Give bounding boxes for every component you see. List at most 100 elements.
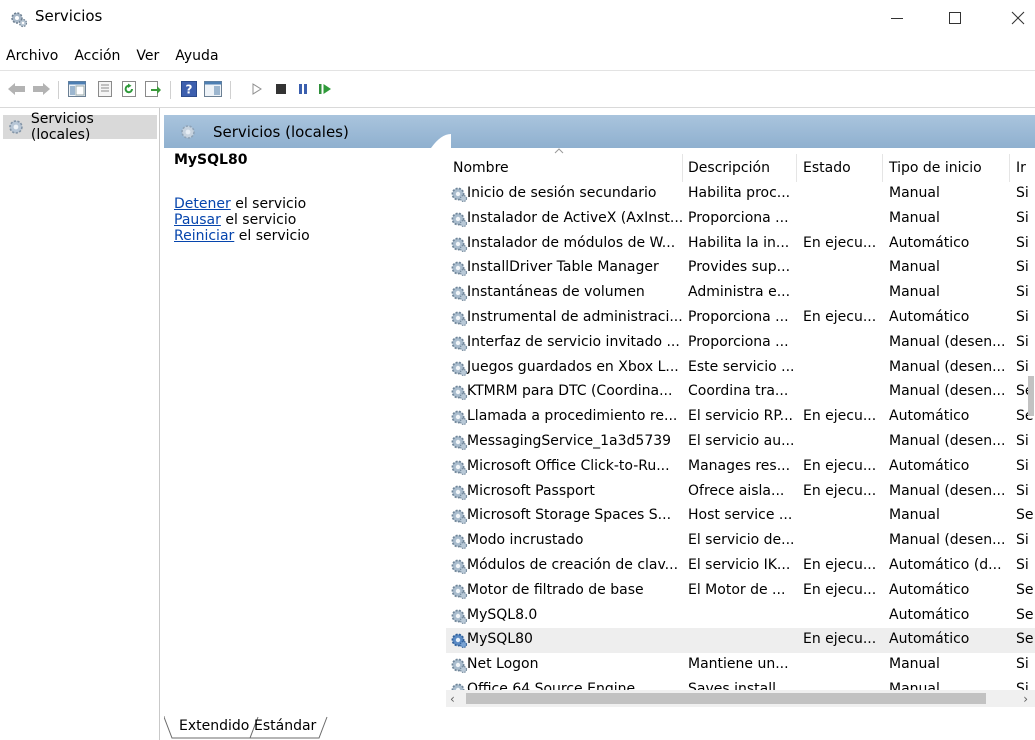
services-list: Nombre Descripción Estado Tipo de inicio…: [446, 148, 1035, 704]
scroll-right-icon[interactable]: ›: [1023, 692, 1028, 706]
start-service-button[interactable]: [246, 78, 268, 100]
service-log-on-as: Si: [1016, 284, 1029, 301]
table-row[interactable]: Juegos guardados en Xbox L... Este servic…: [446, 356, 1035, 381]
scroll-left-icon[interactable]: ‹: [450, 692, 455, 706]
stop-service-link[interactable]: Detener: [174, 196, 231, 212]
refresh-button[interactable]: [118, 78, 140, 100]
service-startup-type: Manual: [889, 185, 940, 201]
minimize-button[interactable]: [874, 0, 920, 36]
column-header-estado[interactable]: Estado: [803, 160, 851, 176]
table-row[interactable]: Modo incrustado El servicio de... Manual (…: [446, 529, 1035, 554]
action-pane-button[interactable]: [202, 78, 224, 100]
console-tree-button[interactable]: [66, 78, 88, 100]
table-row[interactable]: Instantáneas de volumen Administra e... Ma…: [446, 281, 1035, 306]
service-gear-icon: [450, 582, 468, 600]
column-header-iniciar-como[interactable]: Ir: [1016, 160, 1026, 176]
table-row[interactable]: Motor de filtrado de base El Motor de ...…: [446, 579, 1035, 604]
table-row[interactable]: Microsoft Office Click-to-Ru... Manages r…: [446, 455, 1035, 480]
pause-service-link[interactable]: Pausar: [174, 212, 221, 228]
service-description: El servicio de...: [688, 532, 795, 549]
table-row[interactable]: Microsoft Storage Spaces S... Host servic…: [446, 504, 1035, 529]
table-row[interactable]: Instalador de ActiveX (AxInst... Proporci…: [446, 207, 1035, 232]
back-button[interactable]: [6, 78, 28, 100]
maximize-button[interactable]: [932, 0, 978, 36]
table-row[interactable]: Net Logon Mantiene un... Manual Si: [446, 653, 1035, 678]
service-log-on-as: Si: [1016, 432, 1029, 449]
service-description: Habilita la in...: [688, 234, 790, 251]
service-description: Mantiene un...: [688, 656, 789, 673]
table-row[interactable]: KTMRM para DTC (Coordina... Coordina tra.…: [446, 380, 1035, 405]
service-description: Ofrece aisla...: [688, 482, 785, 499]
menu-ayuda[interactable]: Ayuda: [167, 43, 226, 69]
table-row[interactable]: MySQL80 En ejecu... Automático Se: [446, 628, 1035, 654]
table-row[interactable]: Módulos de creación de clav... El servici…: [446, 554, 1035, 579]
table-row[interactable]: Instrumental de administraci... Proporcio…: [446, 306, 1035, 331]
action-text: el servicio: [220, 212, 297, 228]
service-name: Llamada a procedimiento re...: [467, 408, 678, 425]
toolbar: ?: [0, 74, 1035, 104]
restart-service-link[interactable]: Reiniciar: [174, 228, 234, 244]
restart-service-button[interactable]: [314, 78, 336, 100]
scrollbar-thumb[interactable]: [466, 693, 986, 704]
menu-archivo[interactable]: Archivo: [0, 43, 66, 69]
table-row[interactable]: Microsoft Passport Ofrece aisla... En ejec…: [446, 480, 1035, 505]
forward-button[interactable]: [30, 78, 52, 100]
service-startup-type: Automático (d...: [889, 556, 1002, 573]
stop-service-button[interactable]: [270, 78, 292, 100]
service-name: MySQL80: [467, 631, 533, 648]
help-button[interactable]: ?: [178, 78, 200, 100]
table-row[interactable]: Interfaz de servicio invitado ... Proporc…: [446, 331, 1035, 356]
toolbar-separator: [230, 81, 231, 99]
tree-item-label: Servicios (locales): [30, 111, 94, 143]
pane-header: Servicios (locales): [164, 115, 1035, 148]
service-gear-icon: [450, 532, 468, 550]
service-startup-type: Manual: [889, 209, 940, 226]
table-row[interactable]: Inicio de sesión secundario Habilita proc…: [446, 182, 1035, 207]
vertical-scrollbar-thumb[interactable]: [1028, 376, 1034, 416]
export-list-button[interactable]: [142, 78, 164, 100]
tab-extendido[interactable]: Extendido: [179, 716, 249, 738]
column-divider[interactable]: [796, 154, 797, 182]
service-description: Este servicio ...: [688, 358, 795, 375]
column-header-tipo-inicio[interactable]: Tipo de inicio: [889, 160, 982, 176]
service-name: Interfaz de servicio invitado ...: [467, 333, 680, 350]
back-arrow-icon: [8, 83, 25, 95]
service-gear-icon: [450, 656, 468, 674]
service-state: En ejecu...: [803, 457, 877, 474]
column-divider[interactable]: [1009, 154, 1010, 182]
service-gear-icon: [450, 557, 468, 575]
service-description: El servicio IK...: [688, 556, 791, 573]
help-icon: ?: [181, 81, 197, 97]
service-log-on-as: Se: [1016, 581, 1034, 598]
table-row[interactable]: InstallDriver Table Manager Provides sup.…: [446, 256, 1035, 281]
tree-item-servicios-locales[interactable]: Servicios (locales): [3, 111, 157, 143]
pause-service-button[interactable]: [292, 78, 314, 100]
close-button[interactable]: [995, 0, 1035, 36]
service-name: Instantáneas de volumen: [467, 284, 645, 301]
menu-accion[interactable]: Acción: [66, 43, 128, 69]
table-row[interactable]: Llamada a procedimiento re... El servicio…: [446, 405, 1035, 430]
list-rows: Inicio de sesión secundario Habilita proc…: [446, 182, 1035, 703]
table-row[interactable]: MessagingService_1a3d5739 El servicio au.…: [446, 430, 1035, 455]
tab-estandar[interactable]: Estándar: [254, 716, 316, 738]
action-text: el servicio: [230, 196, 307, 212]
start-service-icon: [252, 83, 262, 95]
horizontal-scrollbar[interactable]: ‹ ›: [446, 690, 1035, 707]
column-divider[interactable]: [882, 154, 883, 182]
column-divider[interactable]: [682, 154, 683, 182]
action-text: el servicio: [234, 228, 310, 244]
service-name: InstallDriver Table Manager: [467, 259, 659, 276]
service-startup-type: Manual (desen...: [889, 383, 1006, 400]
column-header-nombre[interactable]: Nombre: [453, 160, 509, 176]
action-pause: Pausar el servicio: [174, 212, 439, 228]
table-row[interactable]: MySQL8.0 Automático Se: [446, 604, 1035, 629]
view-tabs: Extendido Estándar: [164, 716, 564, 740]
menu-ver[interactable]: Ver: [128, 43, 167, 69]
column-header-descripcion[interactable]: Descripción: [688, 160, 770, 176]
table-row[interactable]: Instalador de módulos de W... Habilita la…: [446, 232, 1035, 257]
service-gear-icon: [450, 235, 468, 253]
service-state: En ejecu...: [803, 482, 877, 499]
service-description: Proporciona ...: [688, 308, 789, 325]
properties-button[interactable]: [94, 78, 116, 100]
service-name: Net Logon: [467, 656, 539, 673]
